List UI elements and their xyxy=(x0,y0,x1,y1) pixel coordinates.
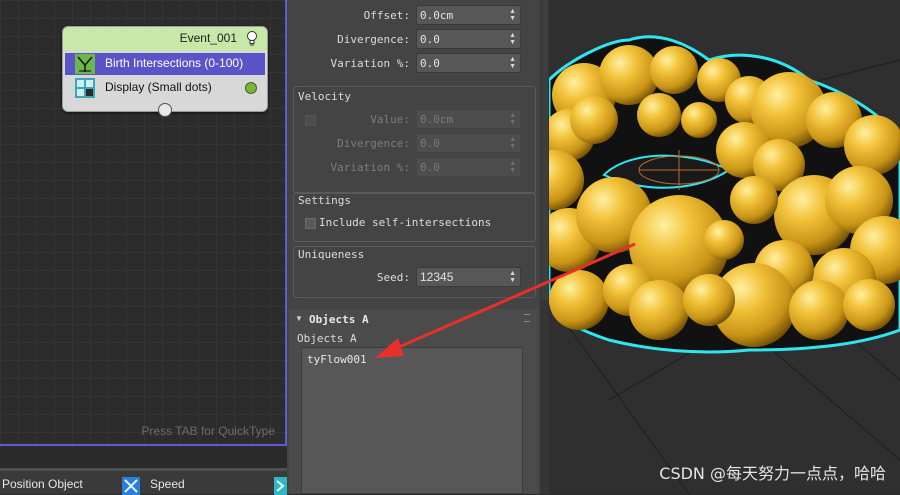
display-color-swatch[interactable] xyxy=(245,82,257,94)
flow-editor[interactable]: Event_001 Birth Intersections (0-100) Di… xyxy=(0,0,287,446)
viewport[interactable]: CSDN @每天努力一点点，哈哈 xyxy=(549,0,900,494)
rollout-title[interactable]: Objects A xyxy=(309,313,369,326)
event-title: Event_001 xyxy=(179,31,237,45)
seed-label: Seed: xyxy=(376,271,410,284)
objects-list-label: Objects A xyxy=(297,332,357,345)
spinner-arrows-icon[interactable]: ▲ ▼ xyxy=(509,136,516,150)
collapse-triangle-icon[interactable]: ▼ xyxy=(295,314,303,323)
grip-icon[interactable] xyxy=(524,314,530,322)
scrollbar-thumb[interactable] xyxy=(541,0,548,300)
divergence-value[interactable]: 0.0 xyxy=(420,33,440,46)
watermark: CSDN @每天努力一点点，哈哈 xyxy=(659,464,886,483)
velocity-divergence-value[interactable]: 0.0 xyxy=(420,137,440,150)
objects-listbox[interactable]: tyFlow001 xyxy=(301,347,523,494)
depot-item-position-object[interactable]: Position Object xyxy=(2,477,83,491)
list-item[interactable]: tyFlow001 xyxy=(307,353,367,366)
variation-spinner[interactable]: 0.0 ▲ ▼ xyxy=(416,53,521,73)
variation-value[interactable]: 0.0 xyxy=(420,57,440,70)
divergence-spinner[interactable]: 0.0 ▲ ▼ xyxy=(416,29,521,49)
display-icon xyxy=(75,78,95,98)
offset-label: Offset: xyxy=(363,9,410,22)
include-self-intersections-label[interactable]: Include self-intersections xyxy=(319,216,491,229)
divergence-label: Divergence: xyxy=(337,33,410,46)
operator-birth-intersections[interactable]: Birth Intersections (0-100) xyxy=(65,53,265,75)
velocity-value-value[interactable]: 0.0cm xyxy=(420,113,453,126)
spinner-arrows-icon[interactable]: ▲ ▼ xyxy=(509,270,516,284)
viewport-scene xyxy=(549,35,900,494)
panel-scrollbar[interactable] xyxy=(540,0,549,494)
depot-item-speed[interactable]: Speed xyxy=(150,477,185,491)
spinner-arrows-icon[interactable]: ▲ ▼ xyxy=(509,32,516,46)
velocity-title: Velocity xyxy=(298,90,351,103)
velocity-value-label: Value: xyxy=(370,113,410,126)
quicktype-hint: Press TAB for QuickType xyxy=(141,424,275,438)
variation-label: Variation %: xyxy=(330,57,410,70)
velocity-variation-label: Variation %: xyxy=(330,161,410,174)
operator-display[interactable]: Display (Small dots) xyxy=(65,77,265,99)
speed-icon[interactable] xyxy=(122,477,140,495)
velocity-variation-value[interactable]: 0.0 xyxy=(420,161,440,174)
operator-label: Display (Small dots) xyxy=(105,80,212,94)
event-header[interactable]: Event_001 xyxy=(63,27,267,51)
velocity-value-spinner[interactable]: 0.0cm ▲ ▼ xyxy=(416,109,521,129)
next-operator-icon[interactable] xyxy=(274,477,287,495)
include-self-intersections-checkbox[interactable] xyxy=(305,218,316,229)
uniqueness-title: Uniqueness xyxy=(298,248,365,261)
spinner-arrows-icon[interactable]: ▲ ▼ xyxy=(509,8,516,22)
operator-depot: Position Object Speed xyxy=(0,468,287,495)
settings-title: Settings xyxy=(298,194,351,207)
objects-a-rollout: ▼ Objects A Objects A tyFlow001 xyxy=(289,309,538,494)
offset-spinner[interactable]: 0.0cm ▲ ▼ xyxy=(416,5,521,25)
spinner-arrows-icon[interactable]: ▲ ▼ xyxy=(509,112,516,126)
operator-label: Birth Intersections (0-100) xyxy=(105,56,244,70)
birth-intersections-icon xyxy=(75,54,95,74)
seed-value[interactable]: 12345 xyxy=(420,270,453,284)
velocity-divergence-spinner[interactable]: 0.0 ▲ ▼ xyxy=(416,133,521,153)
velocity-divergence-label: Divergence: xyxy=(337,137,410,150)
event-node[interactable]: Event_001 Birth Intersections (0-100) Di… xyxy=(62,26,268,117)
lightbulb-icon[interactable] xyxy=(245,30,259,46)
velocity-variation-spinner[interactable]: 0.0 ▲ ▼ xyxy=(416,157,521,177)
offset-value[interactable]: 0.0cm xyxy=(420,9,453,22)
seed-spinner[interactable]: 12345 ▲ ▼ xyxy=(416,267,521,287)
spinner-arrows-icon[interactable]: ▲ ▼ xyxy=(509,160,516,174)
spinner-arrows-icon[interactable]: ▲ ▼ xyxy=(509,56,516,70)
event-output-socket[interactable] xyxy=(158,103,172,117)
